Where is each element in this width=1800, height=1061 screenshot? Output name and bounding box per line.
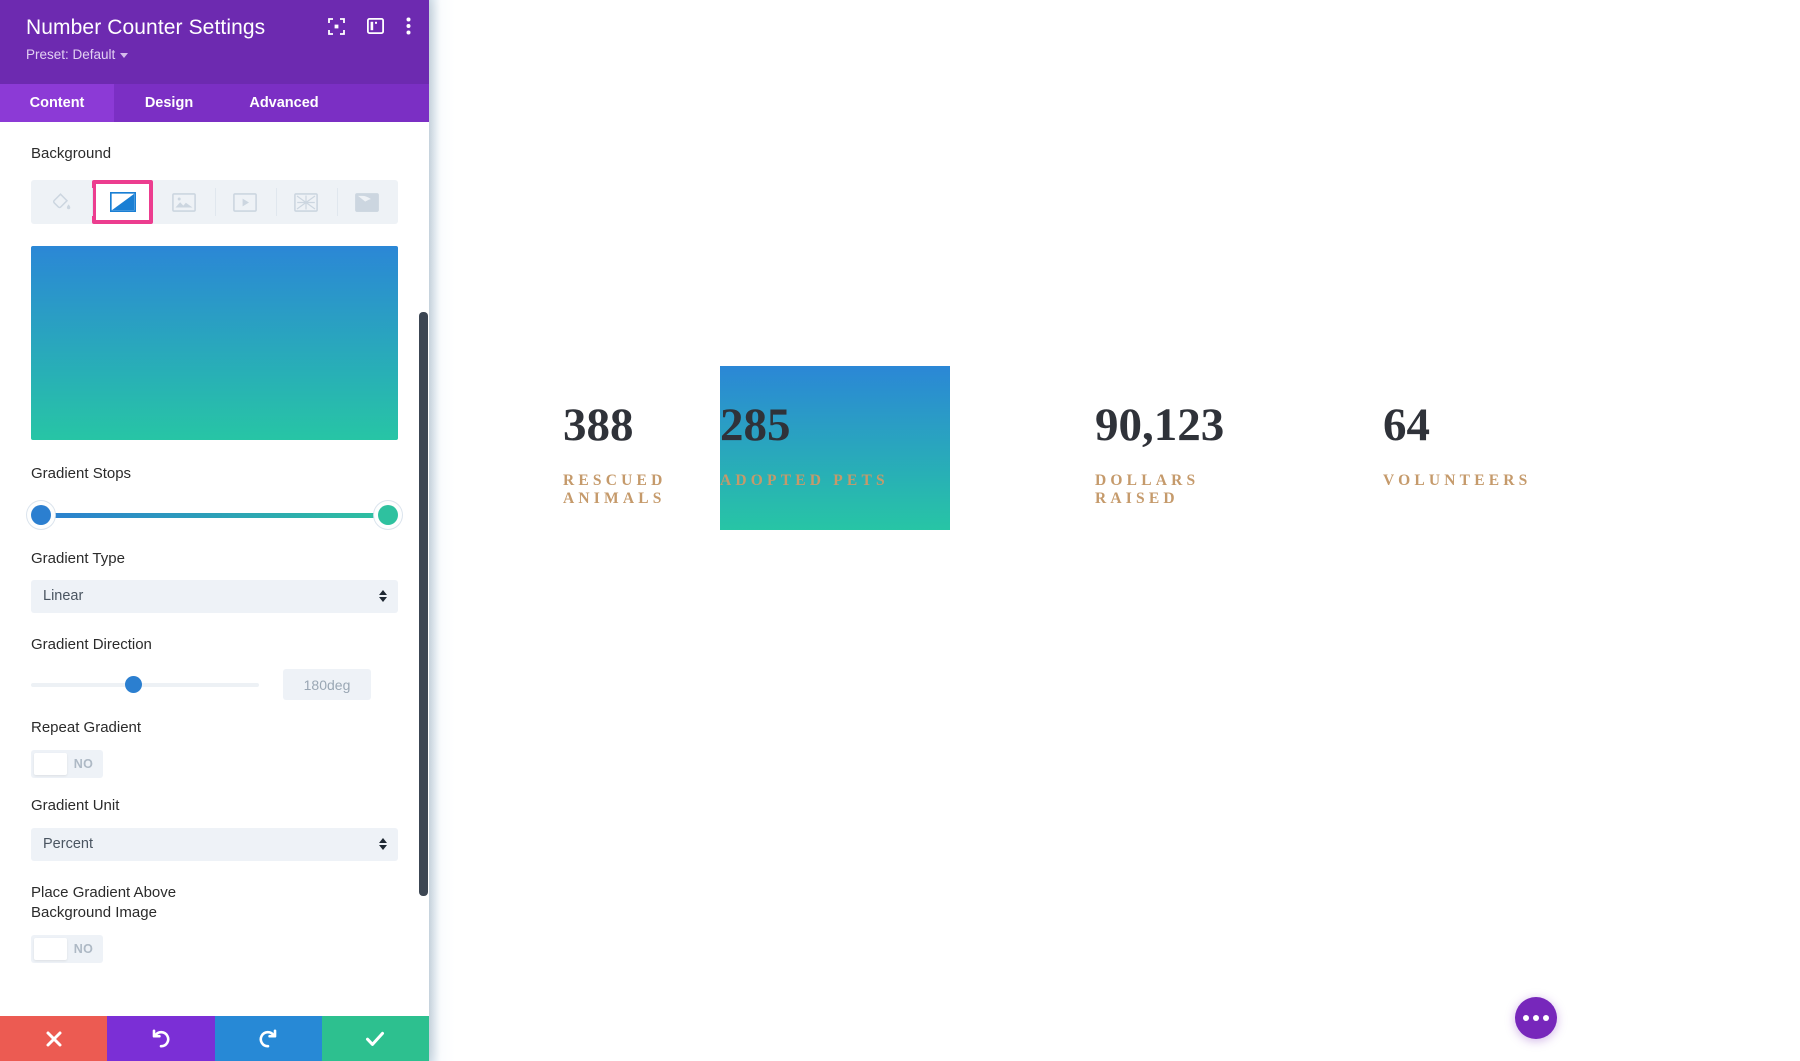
place-gradient-above-state: NO xyxy=(73,942,94,956)
preset-label: Preset: Default xyxy=(26,47,116,62)
gradient-direction-field: Gradient Direction 180deg xyxy=(0,635,429,700)
gradient-direction-track xyxy=(31,682,259,687)
more-vertical-icon[interactable] xyxy=(406,17,411,35)
redo-button[interactable] xyxy=(214,1016,322,1061)
focus-icon[interactable] xyxy=(328,17,345,35)
undo-icon xyxy=(152,1029,170,1048)
counter-label: ADOPTED PETS xyxy=(720,472,889,489)
place-gradient-above-field: Place Gradient Above Background Image NO xyxy=(0,883,429,963)
page-canvas: 388 RESCUED ANIMALS 285 ADOPTED PETS 90,… xyxy=(429,0,1800,1061)
background-gradient-icon xyxy=(109,192,136,213)
more-options-fab[interactable] xyxy=(1515,997,1557,1039)
panel-header-icons xyxy=(328,17,411,35)
number-counter-module[interactable]: 90,123 DOLLARS RAISED xyxy=(950,366,1240,530)
place-gradient-above-label: Place Gradient Above Background Image xyxy=(31,883,177,921)
save-button[interactable] xyxy=(321,1016,429,1061)
gradient-unit-label: Gradient Unit xyxy=(31,797,120,815)
select-arrows-icon xyxy=(379,838,387,850)
counter-label: RESCUED ANIMALS xyxy=(563,472,667,507)
background-pattern-tab[interactable] xyxy=(275,180,337,224)
panel-tabs: Content Design Advanced xyxy=(0,84,429,122)
background-mask-icon xyxy=(355,192,380,212)
gradient-preview[interactable] xyxy=(31,246,398,441)
background-video-icon xyxy=(233,192,257,212)
background-pattern-icon xyxy=(294,192,319,212)
select-arrows-icon xyxy=(379,590,387,603)
ellipsis-icon xyxy=(1533,1015,1539,1021)
cancel-button[interactable] xyxy=(0,1016,108,1061)
counter-inner: 90,123 DOLLARS RAISED xyxy=(950,366,1240,530)
close-icon xyxy=(46,1031,62,1046)
toggle-knob xyxy=(34,938,67,960)
paint-bucket-icon xyxy=(52,193,70,210)
toggle-knob xyxy=(34,753,67,776)
background-gradient-tab[interactable] xyxy=(92,180,154,225)
background-type-tabs xyxy=(31,180,398,225)
ellipsis-icon xyxy=(1523,1015,1529,1021)
gradient-type-field: Gradient Type Linear xyxy=(0,549,429,613)
gradient-direction-slider[interactable] xyxy=(31,675,259,694)
gradient-unit-select[interactable]: Percent xyxy=(31,827,398,861)
panel-scrollbar[interactable] xyxy=(419,312,428,896)
background-section-label: Background xyxy=(31,145,112,162)
background-image-icon xyxy=(172,192,196,212)
gradient-direction-label: Gradient Direction xyxy=(31,635,152,653)
gradient-direction-thumb[interactable] xyxy=(125,675,142,693)
counter-number: 64 xyxy=(1383,399,1430,451)
gradient-stops-section: Gradient Stops xyxy=(0,440,429,526)
counter-inner: 64 VOLUNTEERS xyxy=(1240,366,1530,530)
gradient-type-value: Linear xyxy=(43,588,84,605)
redo-icon xyxy=(259,1029,277,1048)
tab-design[interactable]: Design xyxy=(114,84,224,122)
counter-number: 90,123 xyxy=(1095,399,1225,451)
settings-panel: Number Counter Settings Preset: Default xyxy=(0,0,429,1061)
gradient-unit-field: Gradient Unit Percent xyxy=(0,796,429,861)
repeat-gradient-state: NO xyxy=(73,757,94,772)
gradient-stop-handle-end[interactable] xyxy=(378,504,398,525)
panel-action-bar xyxy=(0,1016,429,1061)
check-icon xyxy=(366,1031,385,1046)
gradient-direction-row: 180deg xyxy=(31,669,398,700)
repeat-gradient-label: Repeat Gradient xyxy=(31,719,142,736)
preset-selector[interactable]: Preset: Default xyxy=(26,47,129,62)
gradient-stops-slider[interactable] xyxy=(31,504,398,527)
gradient-stop-handle-start[interactable] xyxy=(31,504,51,525)
number-counter-module[interactable]: 388 RESCUED ANIMALS xyxy=(429,366,720,530)
background-color-tab[interactable] xyxy=(31,180,92,224)
background-video-tab[interactable] xyxy=(214,180,276,224)
gradient-stops-label: Gradient Stops xyxy=(31,465,132,483)
repeat-gradient-toggle[interactable]: NO xyxy=(31,750,103,779)
gradient-type-label: Gradient Type xyxy=(31,549,125,567)
tab-content[interactable]: Content xyxy=(0,84,114,122)
gradient-stops-track xyxy=(41,512,388,518)
counter-label: DOLLARS RAISED xyxy=(1095,472,1200,507)
undo-button[interactable] xyxy=(107,1016,215,1061)
number-counter-row: 388 RESCUED ANIMALS 285 ADOPTED PETS 90,… xyxy=(429,366,1800,530)
panel-body: Background Gradient Stops Gradient Type … xyxy=(0,122,429,1016)
app-root: 388 RESCUED ANIMALS 285 ADOPTED PETS 90,… xyxy=(0,0,1800,1061)
background-image-tab[interactable] xyxy=(153,180,214,224)
chevron-down-icon xyxy=(120,53,129,58)
background-section: Background xyxy=(0,122,429,225)
counter-number: 388 xyxy=(563,399,634,451)
counter-inner: 285 ADOPTED PETS xyxy=(720,366,950,530)
layout-panel-icon[interactable] xyxy=(367,18,384,34)
place-gradient-above-toggle[interactable]: NO xyxy=(31,935,103,963)
panel-header: Number Counter Settings Preset: Default xyxy=(0,0,429,84)
counter-label: VOLUNTEERS xyxy=(1383,472,1532,489)
gradient-unit-value: Percent xyxy=(43,836,93,852)
number-counter-module[interactable]: 64 VOLUNTEERS xyxy=(1240,366,1530,530)
background-mask-tab[interactable] xyxy=(336,180,398,224)
repeat-gradient-field: Repeat Gradient NO xyxy=(0,718,429,779)
counter-number: 285 xyxy=(720,399,791,451)
counter-inner: 388 RESCUED ANIMALS xyxy=(429,366,720,530)
number-counter-module-selected[interactable]: 285 ADOPTED PETS xyxy=(720,366,950,530)
tab-advanced[interactable]: Advanced xyxy=(224,84,344,122)
gradient-type-select[interactable]: Linear xyxy=(31,579,398,613)
gradient-direction-input[interactable]: 180deg xyxy=(283,669,371,700)
ellipsis-icon xyxy=(1543,1015,1549,1021)
